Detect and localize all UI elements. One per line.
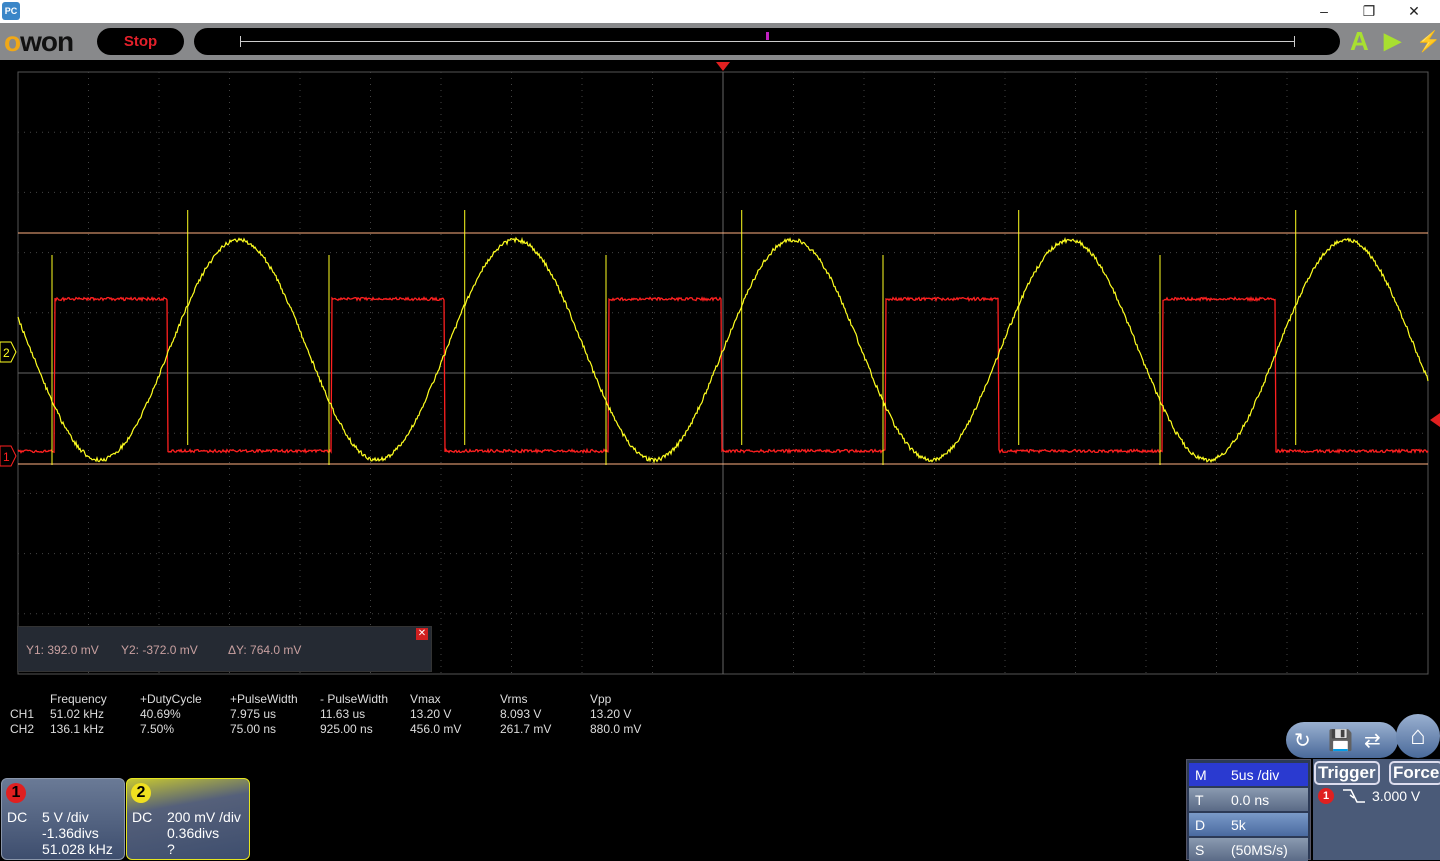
timebase-trigger-time[interactable]: T 0.0 ns [1189,788,1308,811]
close-icon[interactable]: ✕ [416,628,428,640]
cursor-delta-y: ΔY: 764.0 mV [228,643,301,657]
cursor-y1: Y1: 392.0 mV [26,643,99,657]
trigger-button[interactable]: Trigger [1314,761,1380,785]
ch1-coupling: DC [7,809,27,825]
ch1-offset: -1.36divs [42,825,99,841]
ch2-scale: 200 mV /div [167,809,241,825]
autoset-icon[interactable]: A [1350,26,1369,57]
cell: 11.63 us [320,707,365,721]
autoset-home-icon[interactable]: ↻ [1294,728,1311,753]
cell: 261.7 mV [500,722,551,736]
channel-1-panel[interactable]: 1 DC 5 V /div -1.36divs 51.028 kHz [1,778,125,860]
col-header: Vmax [410,692,441,706]
cell: 8.093 V [500,707,541,721]
channel-2-panel[interactable]: 2 DC 200 mV /div 0.36divs ? [126,778,250,860]
col-header: - PulseWidth [320,692,388,706]
falling-edge-icon [1341,787,1367,805]
save-icon[interactable]: 💾 [1328,728,1353,753]
col-header: +PulseWidth [230,692,298,706]
cell: 13.20 V [590,707,631,721]
ch1-scale: 5 V /div [42,809,89,825]
col-header: Vpp [590,692,611,706]
cell: 75.00 ns [230,722,276,736]
col-header: Frequency [50,692,107,706]
ch1-marker-label: 1 [3,450,10,464]
app-icon: PC [2,2,20,20]
cell: 925.00 ns [320,722,373,736]
nav-toolbar: ↻ 💾 ⇄ [1286,722,1398,758]
ch2-coupling: DC [132,809,152,825]
cell: 456.0 mV [410,722,461,736]
col-header: Vrms [500,692,528,706]
cell: 7.50% [140,722,174,736]
close-button[interactable]: ✕ [1391,0,1437,23]
trigger-level-marker [1430,413,1440,427]
channel-2-badge: 2 [131,783,151,803]
home-icon[interactable]: ⌂ [1396,714,1440,758]
cell: 136.1 kHz [50,722,104,736]
ch2-offset: 0.36divs [167,825,219,841]
owon-logo: owon [4,27,73,57]
ch2-marker-label: 2 [3,346,10,360]
cell: 40.69% [140,707,181,721]
restore-button[interactable]: ❐ [1346,0,1392,23]
cursor-readout-panel: Y1: 392.0 mV Y2: -372.0 mV ΔY: 764.0 mV … [17,626,432,672]
cell: 13.20 V [410,707,451,721]
switch-icon[interactable]: ⇄ [1364,728,1381,753]
memory-timeline[interactable] [194,28,1340,55]
minimize-button[interactable]: – [1301,0,1347,23]
ch1-frequency: 51.028 kHz [42,841,113,857]
trigger-source-badge: 1 [1318,788,1334,804]
timeline-position-marker[interactable] [766,32,769,40]
ch2-frequency: ? [167,841,175,857]
timebase-sample-rate[interactable]: S (50MS/s) [1189,838,1308,861]
row-label: CH2 [10,722,34,736]
title-bar: PC – ❐ ✕ [0,0,1440,23]
force-button[interactable]: Force [1389,761,1440,785]
toolbar: owon Stop A ▶ ⚡ [0,23,1440,60]
trigger-level: 3.000 V [1372,788,1420,804]
timebase-panel: M 5us /div T 0.0 ns D 5k S (50MS/s) [1186,759,1311,860]
cell: 880.0 mV [590,722,641,736]
cell: 7.975 us [230,707,276,721]
cursor-y2: Y2: -372.0 mV [121,643,198,657]
cell: 51.02 kHz [50,707,104,721]
run-stop-button[interactable]: Stop [97,28,184,55]
force-icon[interactable]: ⚡ [1416,29,1440,54]
timebase-depth[interactable]: D 5k [1189,813,1308,836]
trigger-position-marker [716,62,730,71]
channel-1-badge: 1 [6,783,26,803]
row-label: CH1 [10,707,34,721]
run-icon[interactable]: ▶ [1384,28,1401,54]
waveform-display[interactable]: 21 [0,60,1440,685]
timebase-main[interactable]: M 5us /div [1189,763,1308,786]
col-header: +DutyCycle [140,692,202,706]
trigger-panel: Trigger Force 1 3.000 V [1313,759,1440,860]
